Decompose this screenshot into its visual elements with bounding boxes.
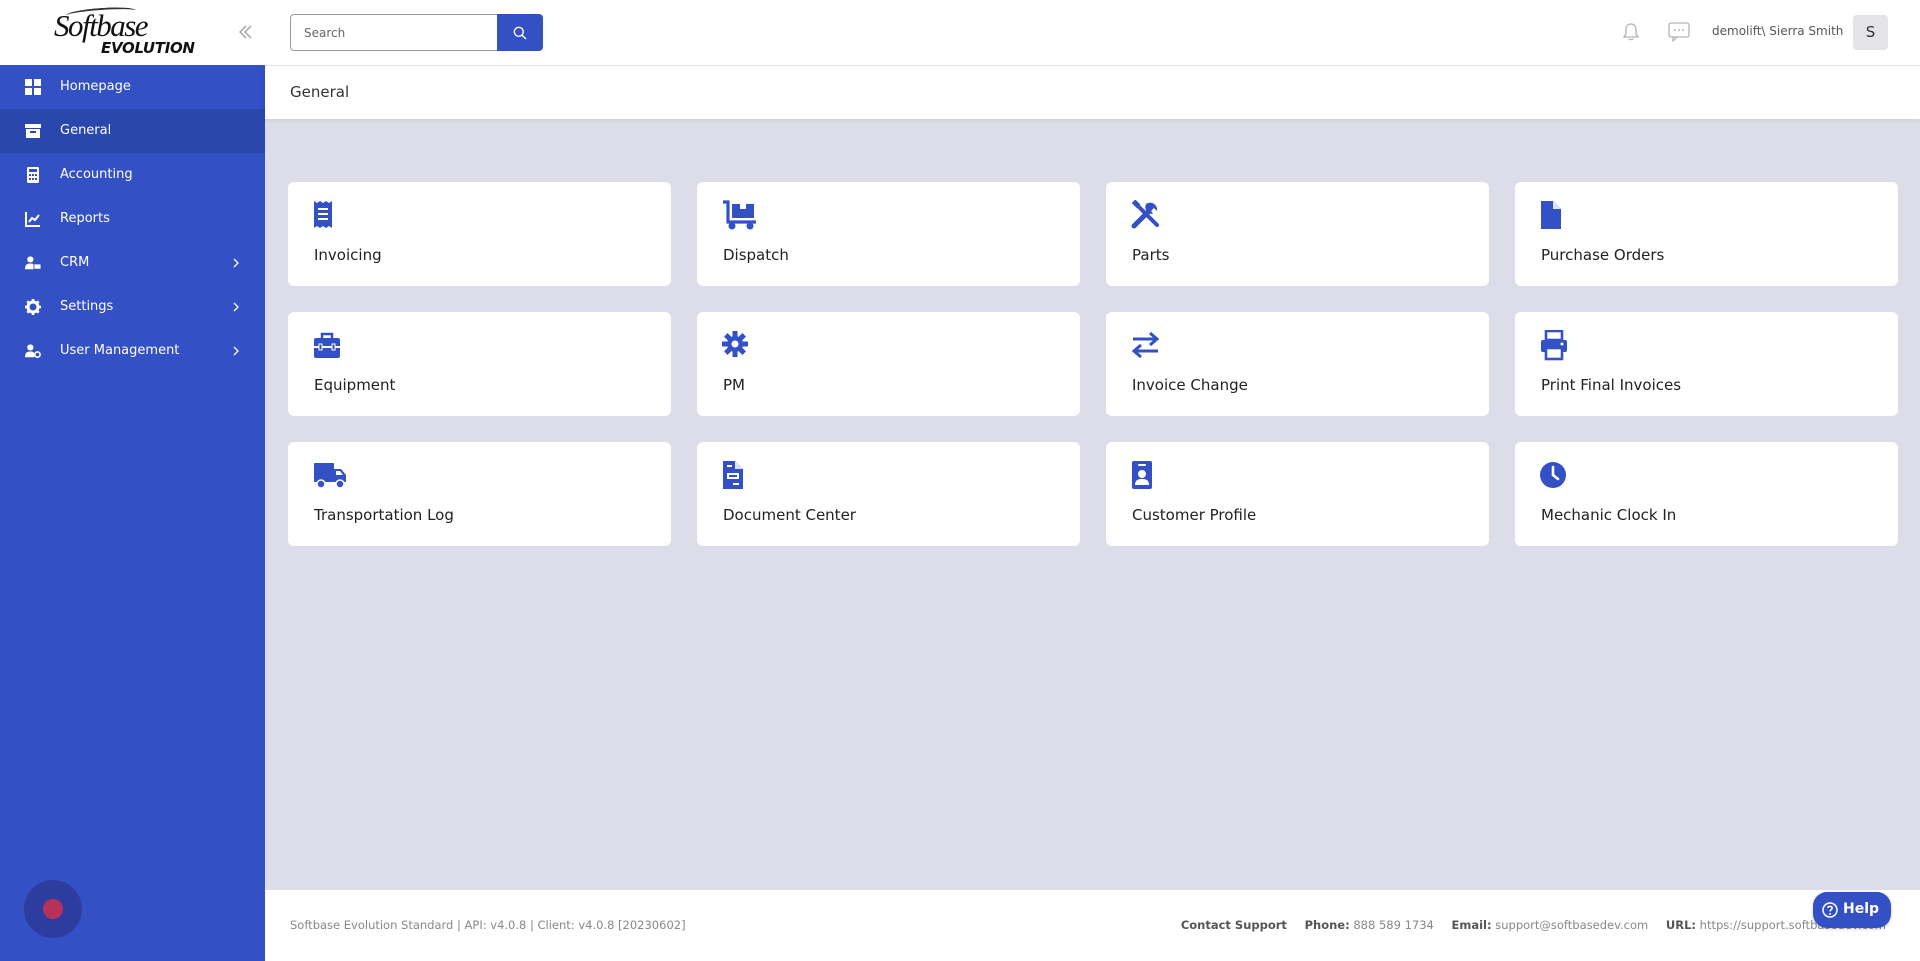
- clock-icon: [1540, 462, 1566, 488]
- email-link[interactable]: support@softbasedev.com: [1495, 918, 1648, 932]
- sidebar-item-label: General: [60, 123, 112, 138]
- sidebar-item-homepage[interactable]: Homepage: [0, 65, 265, 109]
- page-title: General: [290, 83, 350, 101]
- tile-label: Transportation Log: [314, 506, 454, 524]
- breadcrumb: General: [265, 66, 1920, 119]
- tile-label: Dispatch: [723, 246, 789, 264]
- tile-purchase-orders[interactable]: Purchase Orders: [1515, 182, 1898, 286]
- footer: Softbase Evolution Standard | API: v4.0.…: [265, 890, 1920, 961]
- phone-value: 888 589 1734: [1353, 918, 1434, 932]
- tile-print-final-invoices[interactable]: Print Final Invoices: [1515, 312, 1898, 416]
- chevron-right-icon: [233, 302, 239, 312]
- top-header: demolift\ Sierra Smith S: [265, 0, 1920, 66]
- tile-transportation-log[interactable]: Transportation Log: [288, 442, 671, 546]
- email-label: Email:: [1451, 918, 1492, 932]
- user-cog-icon: [25, 344, 41, 359]
- tile-label: Purchase Orders: [1541, 246, 1665, 264]
- sidebar-item-accounting[interactable]: Accounting: [0, 153, 265, 197]
- avatar[interactable]: S: [1853, 15, 1888, 50]
- question-circle-icon: [1822, 902, 1838, 918]
- user-tie-icon: [25, 256, 41, 270]
- tile-parts[interactable]: Parts: [1106, 182, 1489, 286]
- module-tiles: Invoicing Dispatch Parts Purchase Orders…: [288, 182, 1898, 546]
- sidebar: Softbase EVOLUTION Homepage General Acco…: [0, 0, 265, 961]
- tile-label: Document Center: [723, 506, 856, 524]
- toolbox-icon: [314, 332, 340, 358]
- chevron-right-icon: [233, 258, 239, 268]
- file-icon: [1541, 201, 1561, 229]
- gear-icon: [25, 299, 41, 315]
- logo-text-bottom: EVOLUTION: [101, 39, 195, 57]
- tile-customer-profile[interactable]: Customer Profile: [1106, 442, 1489, 546]
- receipt-icon: [314, 201, 332, 228]
- tile-equipment[interactable]: Equipment: [288, 312, 671, 416]
- chat-launcher-button[interactable]: [24, 880, 82, 938]
- message-icon[interactable]: [1668, 22, 1690, 42]
- truck-icon: [314, 463, 346, 489]
- help-label: Help: [1843, 901, 1880, 917]
- sidebar-item-user-management[interactable]: User Management: [0, 329, 265, 373]
- sidebar-item-crm[interactable]: CRM: [0, 241, 265, 285]
- tile-label: Mechanic Clock In: [1541, 506, 1677, 524]
- tile-label: Invoicing: [314, 246, 382, 264]
- sidebar-item-label: CRM: [60, 255, 90, 270]
- search-icon: [513, 26, 527, 40]
- user-name[interactable]: demolift\ Sierra Smith: [1712, 24, 1843, 38]
- cog-icon: [722, 331, 748, 357]
- sidebar-nav: Homepage General Accounting Reports CRM …: [0, 65, 265, 373]
- dashboard-icon: [25, 79, 41, 95]
- sidebar-item-label: Settings: [60, 299, 114, 314]
- tile-dispatch[interactable]: Dispatch: [697, 182, 1080, 286]
- version-info: Softbase Evolution Standard | API: v4.0.…: [290, 918, 686, 932]
- sidebar-item-label: Accounting: [60, 167, 133, 182]
- tile-invoice-change[interactable]: Invoice Change: [1106, 312, 1489, 416]
- dolly-icon: [723, 200, 756, 230]
- contact-support-label: Contact Support: [1180, 918, 1287, 932]
- exchange-icon: [1131, 331, 1160, 359]
- tile-label: Invoice Change: [1132, 376, 1248, 394]
- tile-label: Print Final Invoices: [1541, 376, 1682, 394]
- tile-mechanic-clock-in[interactable]: Mechanic Clock In: [1515, 442, 1898, 546]
- softbase-logo[interactable]: Softbase EVOLUTION: [54, 5, 204, 60]
- tile-invoicing[interactable]: Invoicing: [288, 182, 671, 286]
- tile-label: Customer Profile: [1132, 506, 1257, 524]
- tile-label: Parts: [1132, 246, 1170, 264]
- tile-pm[interactable]: PM: [697, 312, 1080, 416]
- file-text-icon: [723, 461, 743, 489]
- search-input[interactable]: [290, 14, 497, 51]
- search-button[interactable]: [497, 14, 543, 51]
- phone-label: Phone:: [1304, 918, 1350, 932]
- sidebar-item-label: User Management: [60, 343, 180, 358]
- printer-icon: [1541, 330, 1567, 361]
- chart-line-icon: [25, 212, 40, 227]
- sidebar-item-label: Homepage: [60, 79, 131, 94]
- sidebar-collapse-button[interactable]: [236, 22, 256, 42]
- sidebar-item-reports[interactable]: Reports: [0, 197, 265, 241]
- bell-icon[interactable]: [1621, 22, 1641, 42]
- chevron-right-icon: [233, 346, 239, 356]
- double-chevron-left-icon: [239, 25, 252, 39]
- sidebar-item-general[interactable]: General: [0, 109, 265, 153]
- chat-status-icon: [43, 899, 63, 919]
- tools-icon: [1131, 200, 1159, 229]
- archive-box-icon: [25, 124, 41, 138]
- id-badge-icon: [1132, 461, 1152, 489]
- url-label: URL:: [1665, 918, 1696, 932]
- support-info: Contact Support Phone: 888 589 1734 Emai…: [1181, 918, 1886, 932]
- tile-document-center[interactable]: Document Center: [697, 442, 1080, 546]
- sidebar-item-label: Reports: [60, 211, 110, 226]
- logo-area: Softbase EVOLUTION: [0, 0, 265, 65]
- help-button[interactable]: Help: [1813, 892, 1891, 928]
- tile-label: PM: [723, 376, 745, 394]
- sidebar-item-settings[interactable]: Settings: [0, 285, 265, 329]
- tile-label: Equipment: [314, 376, 396, 394]
- calculator-icon: [27, 167, 39, 183]
